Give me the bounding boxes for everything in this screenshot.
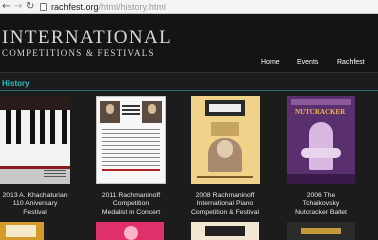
- nav-home[interactable]: Home: [261, 59, 280, 66]
- header-divider: [0, 72, 378, 73]
- url-host: rachfest.org: [51, 2, 99, 12]
- poster-medalist-concert[interactable]: [96, 96, 166, 184]
- poster-khachaturian[interactable]: [0, 96, 70, 184]
- nav-rachfest[interactable]: Rachfest: [337, 59, 365, 66]
- poster-thumbnail[interactable]: [191, 222, 259, 240]
- poster-thumbnail[interactable]: [287, 222, 355, 240]
- poster-caption[interactable]: 2008 Rachmaninoff International Piano Co…: [181, 192, 269, 217]
- nav-events[interactable]: Events: [297, 59, 318, 66]
- section-rule: [0, 90, 378, 91]
- poster-nutcracker-title: NUTCRACKER: [295, 108, 346, 116]
- forward-arrow-icon[interactable]: →: [14, 1, 22, 13]
- logo-line-2: COMPETITIONS & FESTIVALS: [2, 48, 155, 58]
- back-arrow-icon[interactable]: ←: [2, 1, 10, 13]
- poster-caption[interactable]: 2011 Rachmaninoff Competition Medalist i…: [87, 192, 175, 217]
- poster-thumbnail[interactable]: [96, 222, 164, 240]
- site-logo[interactable]: INTERNATIONAL COMPETITIONS & FESTIVALS: [2, 28, 172, 59]
- browser-address-bar: ← → ↻ rachfest.org/html/history.html: [0, 0, 378, 14]
- poster-thumbnail[interactable]: [0, 222, 44, 240]
- url-path: /html/history.html: [98, 2, 166, 12]
- poster-caption[interactable]: 2013 A. Khachaturian 110 Aniversary Fest…: [0, 192, 79, 217]
- poster-rachmaninoff-competition[interactable]: [191, 96, 260, 184]
- logo-line-1: INTERNATIONAL: [2, 27, 173, 48]
- poster-caption[interactable]: 2006 The Tchaikovsky Nutcracker Ballet: [277, 192, 365, 217]
- site-header: INTERNATIONAL COMPETITIONS & FESTIVALS H…: [0, 14, 378, 72]
- poster-nutcracker[interactable]: NUTCRACKER: [287, 96, 355, 184]
- page-icon: [40, 3, 47, 11]
- url-field[interactable]: rachfest.org/html/history.html: [51, 1, 166, 13]
- reload-icon[interactable]: ↻: [26, 0, 34, 13]
- section-title: History: [2, 79, 30, 88]
